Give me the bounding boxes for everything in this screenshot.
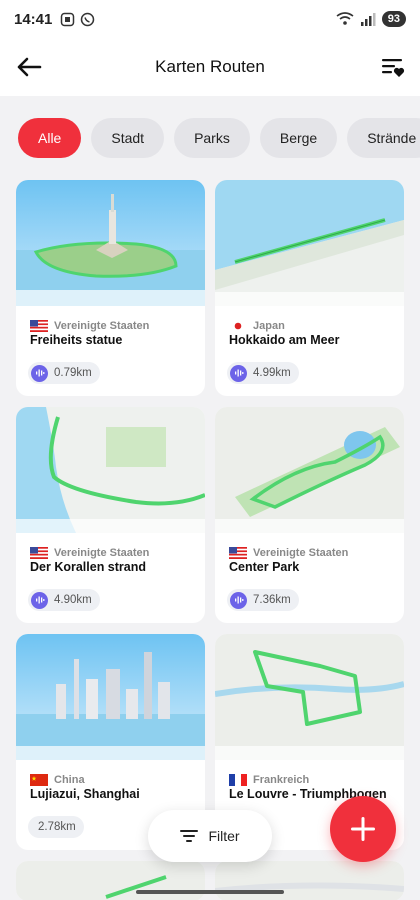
route-name: Hokkaido am Meer: [229, 333, 340, 347]
route-country: Japan: [253, 320, 285, 332]
route-distance-pill: 2.78km: [28, 816, 84, 838]
route-card[interactable]: [215, 861, 404, 900]
wifi-icon: [336, 12, 354, 25]
audio-wave-icon: [31, 364, 48, 382]
status-bar: 14:41 93: [0, 0, 420, 38]
japan-flag-icon: [229, 320, 247, 332]
chip-parks[interactable]: Parks: [174, 118, 250, 158]
audio-wave-icon: [230, 364, 247, 382]
us-flag-icon: [229, 547, 247, 559]
route-name: Center Park: [229, 560, 300, 574]
audio-wave-icon: [230, 591, 247, 609]
route-thumbnail-image: [16, 861, 205, 900]
china-flag-icon: [30, 774, 48, 786]
favorites-list-icon[interactable]: [380, 54, 406, 80]
route-thumbnail-image: [215, 634, 404, 760]
route-distance: 4.99km: [253, 367, 291, 379]
route-country: China: [54, 774, 85, 786]
route-country: Vereinigte Staaten: [54, 320, 150, 332]
route-card[interactable]: Vereinigte Staaten Freiheits statue 0.79…: [16, 180, 205, 396]
filter-button[interactable]: Filter: [148, 810, 272, 862]
whatsapp-icon: [81, 12, 95, 26]
route-thumbnail-image: [16, 407, 205, 533]
route-distance: 4.90km: [54, 594, 92, 606]
chip-berge[interactable]: Berge: [259, 118, 338, 158]
route-card[interactable]: Vereinigte Staaten Der Korallen strand 4…: [16, 407, 205, 623]
filter-label: Filter: [208, 828, 240, 844]
route-name: Freiheits statue: [30, 333, 123, 347]
route-distance: 7.36km: [253, 594, 291, 606]
route-distance-pill: 4.99km: [227, 362, 299, 384]
category-chips: Alle Stadt Parks Berge Strände: [18, 118, 420, 158]
route-thumbnail-image: [16, 634, 205, 760]
audio-wave-icon: [31, 591, 48, 609]
route-card[interactable]: Vereinigte Staaten Center Park 7.36km: [215, 407, 404, 623]
route-country: Vereinigte Staaten: [54, 547, 150, 559]
route-thumbnail-image: [215, 180, 404, 306]
page-title: Karten Routen: [155, 57, 265, 76]
plus-icon: [351, 817, 375, 841]
france-flag-icon: [229, 774, 247, 786]
filter-icon: [180, 830, 199, 842]
route-thumbnail-image: [215, 407, 404, 533]
route-card[interactable]: [16, 861, 205, 900]
chip-alle[interactable]: Alle: [18, 118, 82, 158]
chip-stadt[interactable]: Stadt: [91, 118, 165, 158]
signal-icon: [360, 13, 376, 26]
chip-straende[interactable]: Strände: [347, 118, 420, 158]
us-flag-icon: [30, 320, 48, 332]
back-arrow-icon[interactable]: [14, 52, 44, 82]
route-distance-pill: 0.79km: [28, 362, 100, 384]
add-route-button[interactable]: [330, 796, 396, 862]
route-distance: 2.78km: [38, 821, 76, 833]
route-name: Der Korallen strand: [30, 560, 147, 574]
gesture-nav-handle[interactable]: [136, 890, 284, 894]
us-flag-icon: [30, 547, 48, 559]
route-distance-pill: 7.36km: [227, 589, 299, 611]
route-thumbnail-image: [16, 180, 205, 306]
route-distance: 0.79km: [54, 367, 92, 379]
app-bar: Karten Routen: [0, 38, 420, 96]
screenshot-icon: [61, 12, 75, 26]
status-time: 14:41: [14, 10, 53, 28]
route-country: Vereinigte Staaten: [253, 547, 349, 559]
route-thumbnail-image: [215, 861, 404, 900]
battery-indicator: 93: [381, 11, 406, 27]
route-distance-pill: 4.90km: [28, 589, 100, 611]
route-card[interactable]: Japan Hokkaido am Meer 4.99km: [215, 180, 404, 396]
route-name: Lujiazui, Shanghai: [30, 787, 140, 801]
route-country: Frankreich: [253, 774, 310, 786]
